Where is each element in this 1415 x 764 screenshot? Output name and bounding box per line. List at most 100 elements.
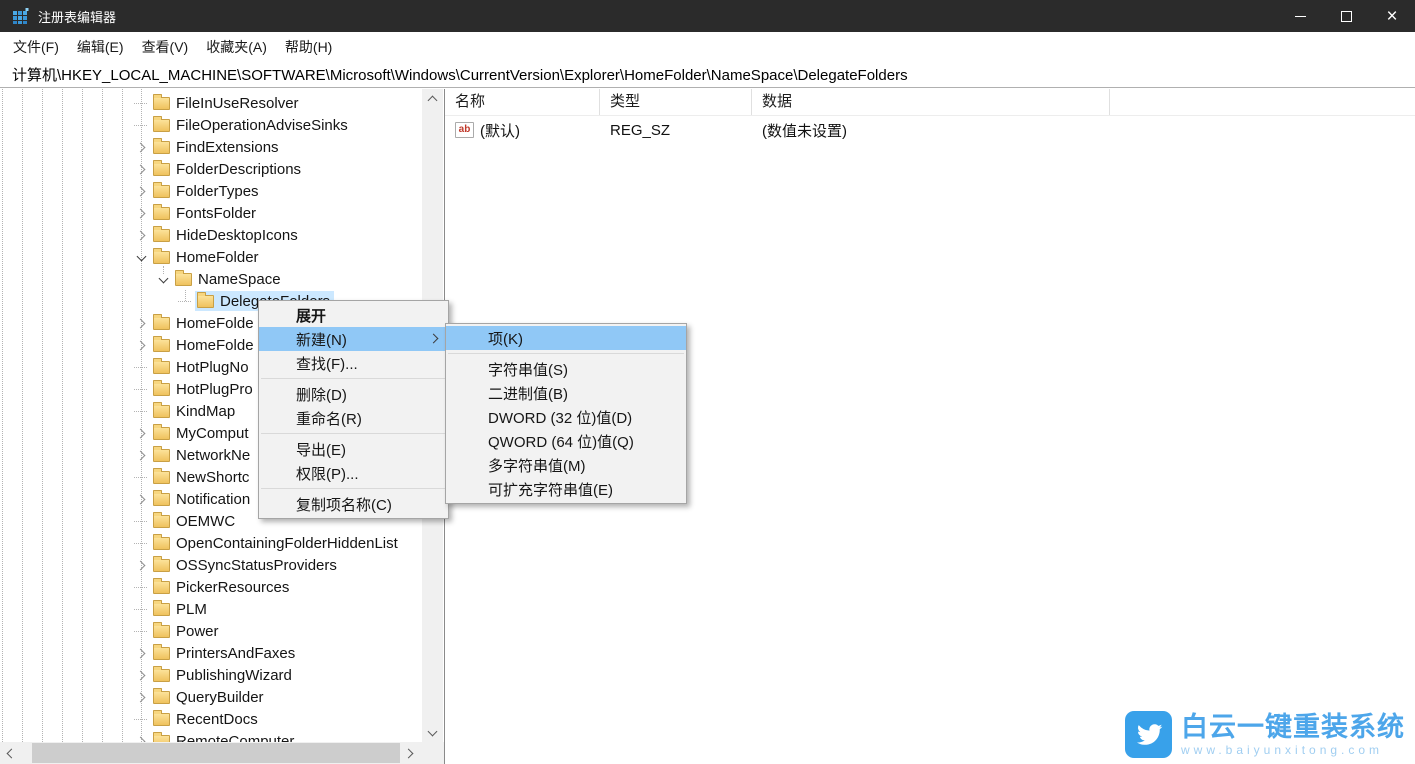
chevron-glyph <box>135 648 145 658</box>
folder-icon <box>153 493 170 506</box>
folder-icon <box>153 339 170 352</box>
chevron-right-icon[interactable] <box>134 228 148 242</box>
chevron-right-icon[interactable] <box>134 184 148 198</box>
tree-item[interactable]: FontsFolder <box>0 202 422 224</box>
menu-item[interactable]: 权限(P)... <box>259 461 448 485</box>
chevron-right-icon[interactable] <box>134 558 148 572</box>
column-header-data[interactable]: 数据 <box>752 89 1110 115</box>
menu-item[interactable]: DWORD (32 位)值(D) <box>446 405 686 429</box>
registry-value-row[interactable]: ab (默认) REG_SZ (数值未设置) <box>445 118 1415 142</box>
menu-item[interactable]: 字符串值(S) <box>446 357 686 381</box>
menu-item[interactable]: 查找(F)... <box>259 351 448 375</box>
menu-item[interactable]: 二进制值(B) <box>446 381 686 405</box>
tree-horizontal-scrollbar[interactable] <box>0 742 444 764</box>
scroll-left-icon[interactable] <box>0 742 20 764</box>
tree-item[interactable]: PLM <box>0 598 422 620</box>
tree-item-label: PublishingWizard <box>176 667 292 684</box>
tree-item-content: FolderDescriptions <box>151 159 305 179</box>
maximize-button[interactable] <box>1323 0 1369 32</box>
context-menu: 展开新建(N)查找(F)... 删除(D)重命名(R) 导出(E)权限(P)... 复… <box>258 300 449 519</box>
tree-item-label: FileInUseResolver <box>176 95 299 112</box>
menubar-item[interactable]: 文件(F) <box>4 37 68 57</box>
column-header-name[interactable]: 名称 <box>445 89 600 115</box>
minimize-button[interactable] <box>1277 0 1323 32</box>
scroll-right-icon[interactable] <box>400 742 420 764</box>
tree-item[interactable]: FolderDescriptions <box>0 158 422 180</box>
chevron-right-icon[interactable] <box>134 646 148 660</box>
string-value-icon: ab <box>455 122 474 138</box>
tree-indent <box>0 235 134 236</box>
menubar-item[interactable]: 收藏夹(A) <box>197 37 276 57</box>
tree-item-content: NetworkNe <box>151 445 254 465</box>
tree-item[interactable]: Power <box>0 620 422 642</box>
tree-item[interactable]: PrintersAndFaxes <box>0 642 422 664</box>
tree-item[interactable]: PickerResources <box>0 576 422 598</box>
tree-item-content: MyComput <box>151 423 253 443</box>
tree-item-content: OEMWC <box>151 511 239 531</box>
tree-item-label: OpenContainingFolderHiddenList <box>176 535 398 552</box>
tree-item[interactable]: NameSpace <box>0 268 422 290</box>
chevron-right-icon[interactable] <box>134 338 148 352</box>
menu-item[interactable]: 复制项名称(C) <box>259 492 448 516</box>
menu-item[interactable]: 可扩充字符串值(E) <box>446 477 686 501</box>
tree-item[interactable]: FolderTypes <box>0 180 422 202</box>
chevron-right-icon[interactable] <box>134 316 148 330</box>
chevron-right-icon[interactable] <box>134 426 148 440</box>
chevron-right-icon[interactable] <box>134 448 148 462</box>
menu-item[interactable]: 展开 <box>259 303 448 327</box>
tree-item-content: HomeFolder <box>151 247 263 267</box>
menu-item[interactable]: 项(K) <box>446 326 686 350</box>
menu-item[interactable]: 新建(N) <box>259 327 448 351</box>
menu-item[interactable]: 导出(E) <box>259 437 448 461</box>
tree-item[interactable]: OpenContainingFolderHiddenList <box>0 532 422 554</box>
chevron-down-icon[interactable] <box>156 272 170 286</box>
chevron-right-icon[interactable] <box>134 734 148 742</box>
menu-item[interactable]: 多字符串值(M) <box>446 453 686 477</box>
menu-item-label: 可扩充字符串值(E) <box>488 479 613 500</box>
menubar-item[interactable]: 查看(V) <box>133 37 198 57</box>
tree-indent <box>0 477 134 478</box>
chevron-right-icon[interactable] <box>134 206 148 220</box>
tree-item[interactable]: OSSyncStatusProviders <box>0 554 422 576</box>
tree-item[interactable]: FileInUseResolver <box>0 92 422 114</box>
tree-item[interactable]: PublishingWizard <box>0 664 422 686</box>
tree-item[interactable]: HomeFolder <box>0 246 422 268</box>
scroll-down-icon[interactable] <box>422 723 443 742</box>
horizontal-scroll-thumb[interactable] <box>32 743 400 763</box>
regedit-window: 注册表编辑器 × 文件(F)编辑(E)查看(V)收藏夹(A)帮助(H) 计算机\… <box>0 0 1415 764</box>
tree-item[interactable]: FileOperationAdviseSinks <box>0 114 422 136</box>
menu-item[interactable]: QWORD (64 位)值(Q) <box>446 429 686 453</box>
value-name-cell: ab (默认) <box>445 120 600 141</box>
menubar-item[interactable]: 编辑(E) <box>68 37 133 57</box>
tree-item-content: Notification <box>151 489 254 509</box>
chevron-right-icon[interactable] <box>134 492 148 506</box>
tree-item[interactable]: RemoteComputer <box>0 730 422 742</box>
tree-item[interactable]: FindExtensions <box>0 136 422 158</box>
column-header-type[interactable]: 类型 <box>600 89 752 115</box>
tree-item[interactable]: QueryBuilder <box>0 686 422 708</box>
close-button[interactable]: × <box>1369 0 1415 32</box>
tree-indent <box>0 521 134 522</box>
tree-item-content: Power <box>151 621 223 641</box>
tree-item-label: PickerResources <box>176 579 289 596</box>
chevron-down-icon[interactable] <box>134 250 148 264</box>
folder-icon <box>153 559 170 572</box>
menubar-item[interactable]: 帮助(H) <box>276 37 341 57</box>
menu-item[interactable]: 删除(D) <box>259 382 448 406</box>
menu-item-label: 查找(F)... <box>296 353 358 374</box>
chevron-right-icon[interactable] <box>134 140 148 154</box>
menu-item[interactable]: 重命名(R) <box>259 406 448 430</box>
chevron-right-icon[interactable] <box>134 690 148 704</box>
chevron-right-icon[interactable] <box>134 668 148 682</box>
tree-connector <box>134 609 147 610</box>
tree-item-content: OSSyncStatusProviders <box>151 555 341 575</box>
address-bar[interactable]: 计算机\HKEY_LOCAL_MACHINE\SOFTWARE\Microsof… <box>0 62 1415 88</box>
tree-item[interactable]: HideDesktopIcons <box>0 224 422 246</box>
tree-item[interactable]: RecentDocs <box>0 708 422 730</box>
menu-item-label: 字符串值(S) <box>488 359 568 380</box>
tree-item-content: FileOperationAdviseSinks <box>151 115 352 135</box>
list-header: 名称 类型 数据 <box>445 89 1415 116</box>
tree-item-label: HotPlugNo <box>176 359 249 376</box>
scroll-up-icon[interactable] <box>422 89 443 108</box>
chevron-right-icon[interactable] <box>134 162 148 176</box>
